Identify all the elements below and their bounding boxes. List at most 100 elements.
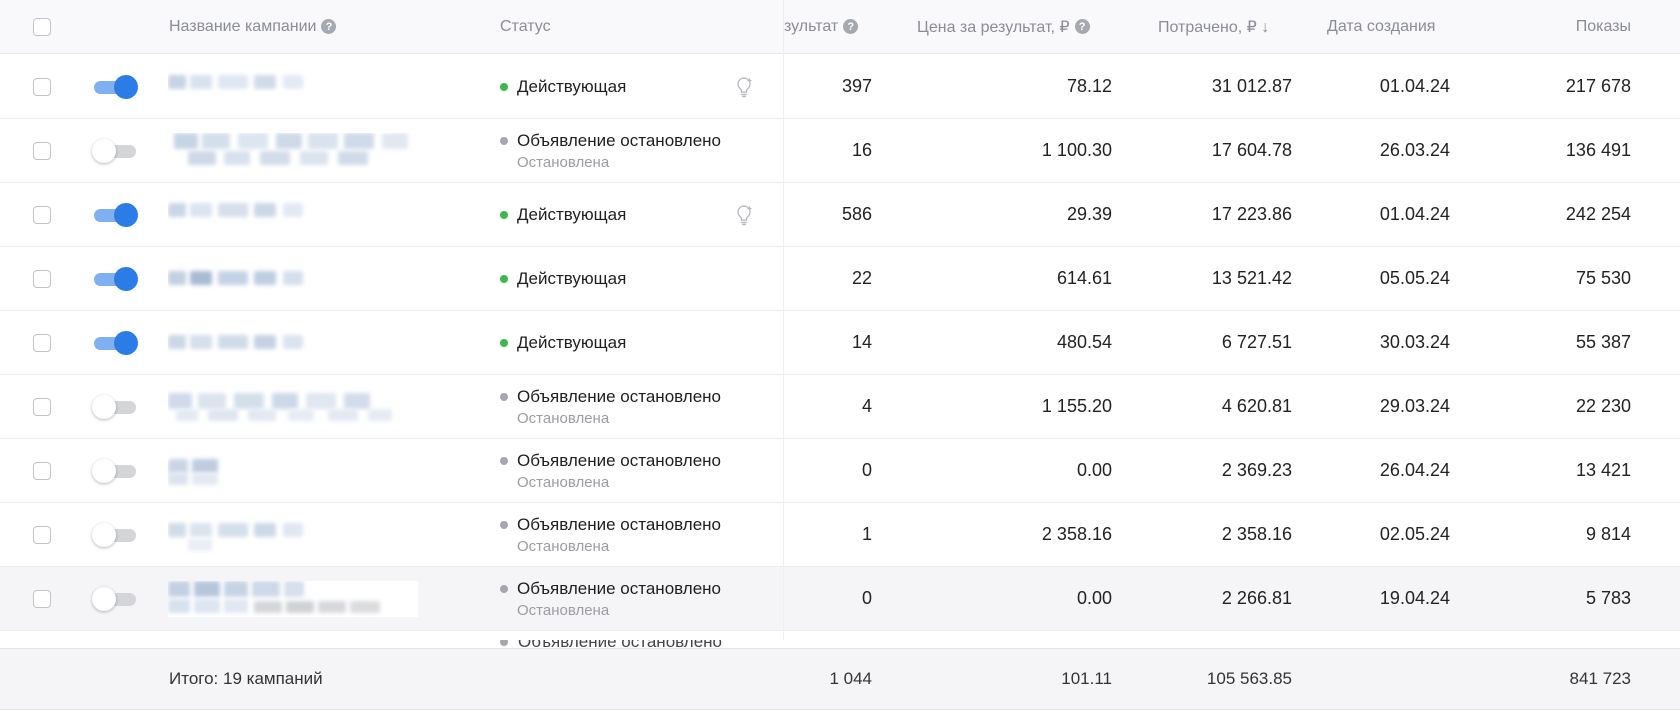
status-text: Действующая [517,204,627,224]
column-header-impressions[interactable]: Показы [1500,0,1631,53]
select-all-checkbox[interactable] [33,17,51,36]
column-header-name[interactable]: Название кампании ? [169,0,337,53]
status-main: Объявление остановлено [500,579,721,599]
campaign-name-cell[interactable] [168,119,418,182]
created-date-value: 01.04.24 [1379,204,1450,224]
lightbulb-icon[interactable] [734,76,754,98]
column-header-cost-per-result[interactable]: Цена за результат, ₽ ? [917,0,1090,53]
spent-value: 2 369.23 [1221,460,1292,480]
created-date-value: 26.03.24 [1379,140,1450,160]
lightbulb-icon[interactable] [734,204,754,226]
cost-per-result-value: 29.39 [1066,204,1112,224]
campaign-toggle[interactable] [92,394,138,420]
row-checkbox[interactable] [33,461,51,480]
row-checkbox[interactable] [33,141,51,160]
campaign-name-redacted[interactable] [168,68,418,105]
campaign-toggle[interactable] [92,138,138,164]
row-select-cell [33,55,55,118]
campaign-toggle[interactable] [92,266,138,292]
toggle-knob [92,394,116,419]
total-campaigns-label: Итого: 19 кампаний [169,669,323,688]
campaign-toggle[interactable] [92,202,138,228]
toggle-knob [92,586,116,611]
campaign-toggle[interactable] [92,586,138,612]
status-text: Объявление остановлено [517,386,722,406]
spent-value: 17 604.78 [1211,140,1292,160]
column-header-cost-per-result-label: Цена за результат, ₽ [917,18,1070,36]
table-row[interactable]: Объявление остановлено Остановлена 16 1 … [0,119,1680,183]
campaign-name-redacted[interactable] [168,516,418,553]
status-dot [500,338,508,347]
toggle-knob [92,138,116,163]
campaign-name-cell[interactable] [168,439,418,502]
status-text: Объявление остановлено [517,130,722,150]
table-row[interactable]: Объявление остановлено Остановлена 0 0.0… [0,439,1680,503]
campaign-toggle[interactable] [92,74,138,100]
table-row[interactable]: Действующая 397 78.12 31 012.87 01.04.24… [0,55,1680,119]
spent-value: 6 727.51 [1221,332,1292,352]
table-row[interactable]: Действующая 586 29.39 17 223.86 01.04.24… [0,183,1680,247]
spent-value: 4 620.81 [1221,396,1292,416]
spent-value: 31 012.87 [1211,76,1292,96]
table-row[interactable]: Объявление остановлено Остановлена 4 1 1… [0,375,1680,439]
row-checkbox[interactable] [33,397,51,416]
spent-value: 17 223.86 [1211,204,1292,224]
campaign-name-cell[interactable] [168,375,418,438]
campaign-name-redacted[interactable] [168,388,418,425]
status-main: Действующая [500,269,626,289]
column-header-result[interactable]: зультат ? [784,0,859,53]
row-select-cell [33,119,55,182]
status-text: Объявление остановлено [517,450,722,470]
row-checkbox[interactable] [33,269,51,288]
created-date-value: 26.04.24 [1379,460,1450,480]
status-cell: Действующая [500,247,626,310]
campaign-name-redacted[interactable] [168,260,418,297]
campaign-name-cell[interactable] [168,247,418,310]
help-icon[interactable]: ? [843,19,859,34]
campaign-name-cell[interactable] [168,55,418,118]
row-checkbox[interactable] [33,77,51,96]
help-icon[interactable]: ? [1074,19,1090,34]
created-date-value: 29.03.24 [1379,396,1450,416]
campaign-name-cell[interactable] [168,311,418,374]
result-value: 397 [841,76,872,96]
campaign-name-redacted[interactable] [168,580,418,617]
row-checkbox[interactable] [33,525,51,544]
campaign-name-cell[interactable] [168,503,418,566]
status-dot [500,82,508,91]
impressions-value: 242 254 [1565,204,1631,224]
campaign-toggle[interactable] [92,522,138,548]
column-header-status[interactable]: Статус [500,0,551,53]
status-main: Действующая [500,77,626,97]
campaign-name-redacted[interactable] [168,132,418,169]
campaign-toggle[interactable] [92,458,138,484]
impressions-value: 75 530 [1575,268,1631,288]
table-row[interactable]: Действующая 14 480.54 6 727.51 30.03.24 … [0,311,1680,375]
status-dot [500,584,508,593]
toggle-cell [92,567,138,630]
campaign-name-cell[interactable] [168,567,418,630]
status-cell: Действующая [500,183,626,246]
table-row[interactable]: Объявление остановлено Остановлена 0 0.0… [0,567,1680,631]
campaign-name-redacted[interactable] [168,324,418,361]
row-checkbox[interactable] [33,205,51,224]
row-checkbox[interactable] [33,333,51,352]
impressions-value: 13 421 [1575,460,1631,480]
impressions-value: 9 814 [1585,524,1631,544]
status-cell: Объявление остановлено Остановлена [500,119,721,182]
result-value: 4 [861,396,872,416]
help-icon[interactable]: ? [321,19,337,34]
cost-per-result-value: 1 100.30 [1041,140,1112,160]
row-checkbox[interactable] [33,589,51,608]
campaign-name-redacted[interactable] [168,196,418,233]
table-row[interactable]: Действующая 22 614.61 13 521.42 05.05.24… [0,247,1680,311]
impressions-value: 217 678 [1565,76,1631,96]
table-row[interactable]: Объявление остановлено Остановлена 1 2 3… [0,503,1680,567]
campaign-toggle[interactable] [92,330,138,356]
cost-per-result-value: 2 358.16 [1041,524,1112,544]
column-header-spent[interactable]: Потрачено, ₽ ↓ [1158,0,1269,53]
campaign-name-cell[interactable] [168,183,418,246]
campaign-name-redacted[interactable] [168,452,418,489]
impressions-value: 136 491 [1565,140,1631,160]
column-header-created[interactable]: Дата создания [1327,0,1435,53]
